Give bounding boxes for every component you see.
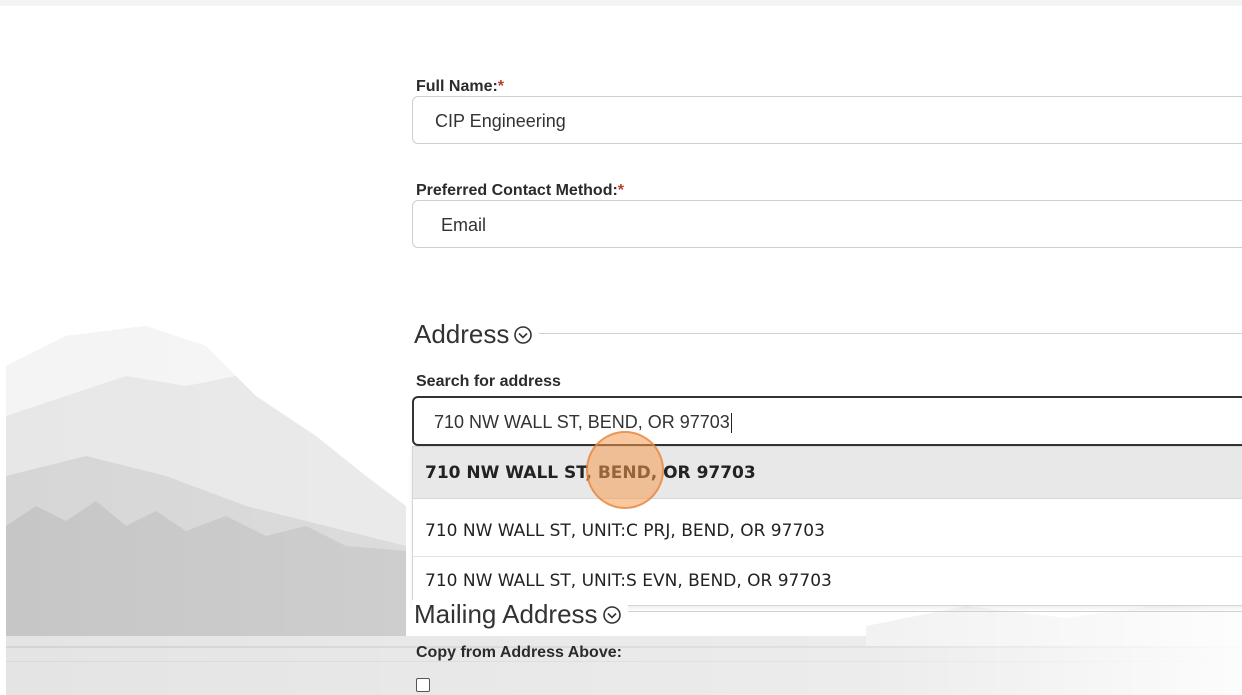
chevron-down-circle-icon[interactable] (602, 602, 622, 630)
address-search-text: 710 NW WALL ST, BEND, OR 97703 (434, 412, 730, 432)
suggestion-item[interactable]: 710 NW WALL ST, UNIT:C PRJ, BEND, OR 977… (413, 505, 1242, 557)
address-title-text: Address (414, 319, 510, 349)
address-search-label: Search for address (416, 373, 561, 390)
contact-method-value: Email (441, 215, 487, 235)
text-caret (730, 413, 732, 434)
address-suggestions: 710 NW WALL ST, BEND, OR 97703 710 NW WA… (412, 446, 1242, 606)
mailing-title-text: Mailing Address (414, 599, 598, 629)
contact-method-select[interactable]: Email (412, 200, 1242, 248)
address-search-value: 710 NW WALL ST, BEND, OR 97703 (434, 412, 732, 434)
required-mark: * (617, 182, 625, 199)
contact-form: Full Name:* CIP Engineering Preferred Co… (412, 6, 1242, 695)
contact-method-label-text: Preferred Contact Method: (416, 182, 618, 199)
page: Full Name:* CIP Engineering Preferred Co… (6, 6, 1242, 695)
suggestion-item[interactable]: 710 NW WALL ST, BEND, OR 97703 (413, 447, 1242, 499)
copy-address-checkbox[interactable] (416, 678, 430, 692)
mailing-section-title: Mailing Address (412, 599, 628, 631)
required-mark: * (497, 78, 505, 95)
contact-method-label: Preferred Contact Method:* (416, 182, 624, 200)
full-name-label-text: Full Name: (416, 78, 498, 95)
address-section-header[interactable]: Address (412, 319, 1242, 351)
full-name-value: CIP Engineering (435, 111, 566, 131)
full-name-input[interactable]: CIP Engineering (412, 96, 1242, 144)
address-search-input[interactable]: 710 NW WALL ST, BEND, OR 97703 (412, 396, 1242, 446)
chevron-down-circle-icon[interactable] (513, 322, 533, 350)
address-section-title: Address (412, 319, 540, 351)
mailing-section-header[interactable]: Mailing Address (412, 598, 1242, 631)
full-name-label: Full Name:* (416, 78, 504, 96)
copy-address-label: Copy from Address Above: (416, 644, 622, 661)
